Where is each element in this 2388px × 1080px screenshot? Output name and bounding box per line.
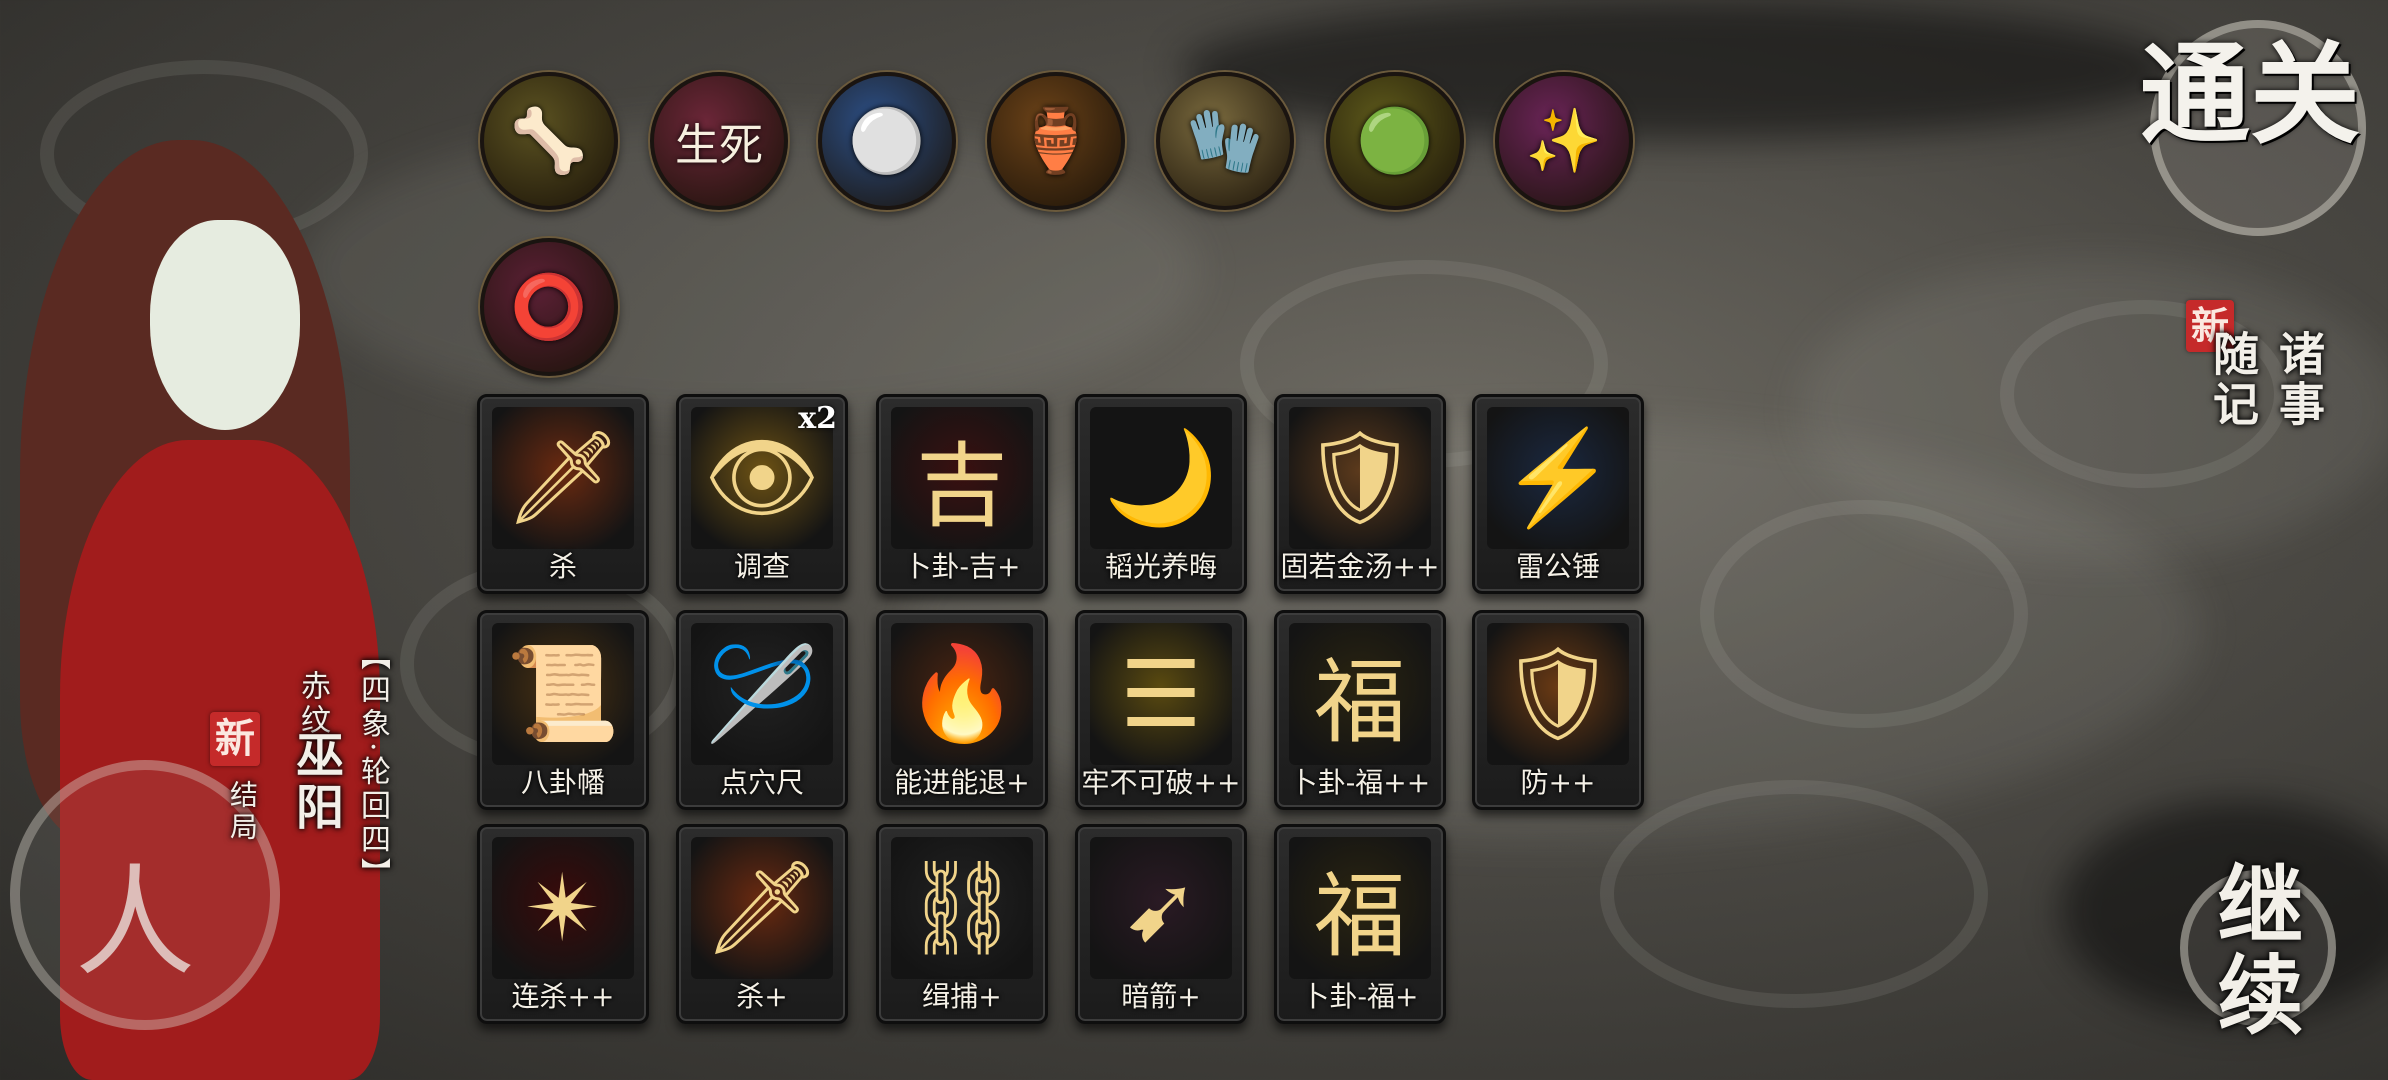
pearls-icon[interactable]: ⚪ <box>818 72 956 210</box>
card-4[interactable]: 🌙 韬光养晦 <box>1075 394 1247 594</box>
continue-button[interactable]: 继续 <box>2190 860 2315 1040</box>
fortune-calligraphy-icon: 福 <box>1289 837 1431 979</box>
gold-cup-icon[interactable]: 🏺 <box>987 72 1125 210</box>
fire-shield-icon: 🔥 <box>891 623 1033 765</box>
card-label: 调查 <box>733 550 790 583</box>
character-title-bracket: 【四象·轮回四】 <box>355 640 390 892</box>
golden-trigram-icon: ☰ <box>1090 623 1232 765</box>
chains-icon: ⛓ <box>891 837 1033 979</box>
card-16[interactable]: ➹ 暗箭+ <box>1075 824 1247 1024</box>
bagua-banner-icon: 📜 <box>492 623 634 765</box>
card-label: 八卦幡 <box>520 766 605 799</box>
card-9[interactable]: 🔥 能进能退+ <box>876 610 1048 810</box>
tongguan-title: 通关 <box>2140 30 2360 159</box>
card-label: 杀 <box>548 550 577 583</box>
needle-ruler-icon: 🪡 <box>691 623 833 765</box>
card-7[interactable]: 📜 八卦幡 <box>477 610 649 810</box>
card-label: 缉捕+ <box>922 980 1002 1013</box>
card-count: x2 <box>798 401 837 436</box>
card-label: 固若金汤++ <box>1280 550 1440 583</box>
notes-button[interactable]: 诸事随记 <box>2200 330 2332 470</box>
card-1[interactable]: 🗡 杀 <box>477 394 649 594</box>
card-10[interactable]: ☰ 牢不可破++ <box>1075 610 1247 810</box>
glowing-shield-icon: 🛡 <box>1487 623 1629 765</box>
card-5[interactable]: 🛡 固若金汤++ <box>1274 394 1446 594</box>
card-label: 连杀++ <box>511 980 615 1013</box>
card-label: 卜卦-福++ <box>1289 766 1431 799</box>
card-label: 点穴尺 <box>719 766 804 799</box>
horn-icon[interactable]: 🦴 <box>480 72 618 210</box>
red-star-burst-icon: ✴ <box>492 837 634 979</box>
blade-slash-icon: 🗡 <box>691 837 833 979</box>
rainbow-ring-icon[interactable]: ⭕ <box>480 238 618 376</box>
crescent-moon-icon: 🌙 <box>1090 407 1232 549</box>
card-11[interactable]: 福卜卦-福++ <box>1274 610 1446 810</box>
golden-scepter-icon[interactable]: ✨ <box>1495 72 1633 210</box>
dark-arrow-icon: ➹ <box>1090 837 1232 979</box>
card-label: 卜卦-吉+ <box>903 550 1021 583</box>
card-14[interactable]: 🗡 杀+ <box>676 824 848 1024</box>
card-label: 暗箭+ <box>1121 980 1201 1013</box>
ending-label[interactable]: 结局 <box>222 780 262 844</box>
card-label: 卜卦-福+ <box>1301 980 1419 1013</box>
card-2[interactable]: 👁 调查 x2 <box>676 394 848 594</box>
card-17[interactable]: 福卜卦-福+ <box>1274 824 1446 1024</box>
card-label: 雷公锤 <box>1515 550 1600 583</box>
card-label: 防++ <box>1520 766 1596 799</box>
seal-glyph: 人 <box>75 854 195 993</box>
cloud-swirl <box>1700 500 2028 728</box>
red-calligraphy-icon: 吉 <box>891 407 1033 549</box>
card-13[interactable]: ✴ 连杀++ <box>477 824 649 1024</box>
brush-life-death-icon[interactable]: 生死 <box>650 72 788 210</box>
cloud-swirl <box>1600 780 1988 1008</box>
thunder-hammer-icon: ⚡ <box>1487 407 1629 549</box>
character-name: 巫阳 <box>287 730 343 834</box>
twin-shields-icon: 🛡 <box>1289 407 1431 549</box>
blade-slash-icon: 🗡 <box>492 407 634 549</box>
card-6[interactable]: ⚡ 雷公锤 <box>1472 394 1644 594</box>
new-badge: 新 <box>210 712 260 766</box>
card-label: 杀+ <box>736 980 788 1013</box>
green-jade-icon[interactable]: 🟢 <box>1326 72 1464 210</box>
card-label: 牢不可破++ <box>1081 766 1241 799</box>
card-label: 韬光养晦 <box>1104 550 1217 583</box>
bracer-icon[interactable]: 🧤 <box>1156 72 1294 210</box>
card-12[interactable]: 🛡 防++ <box>1472 610 1644 810</box>
character-face <box>150 220 300 430</box>
card-8[interactable]: 🪡 点穴尺 <box>676 610 848 810</box>
card-15[interactable]: ⛓ 缉捕+ <box>876 824 1048 1024</box>
character-name-label: 赤纹 <box>295 670 330 738</box>
card-3[interactable]: 吉卜卦-吉+ <box>876 394 1048 594</box>
card-label: 能进能退+ <box>894 766 1030 799</box>
fortune-calligraphy-icon: 福 <box>1289 623 1431 765</box>
